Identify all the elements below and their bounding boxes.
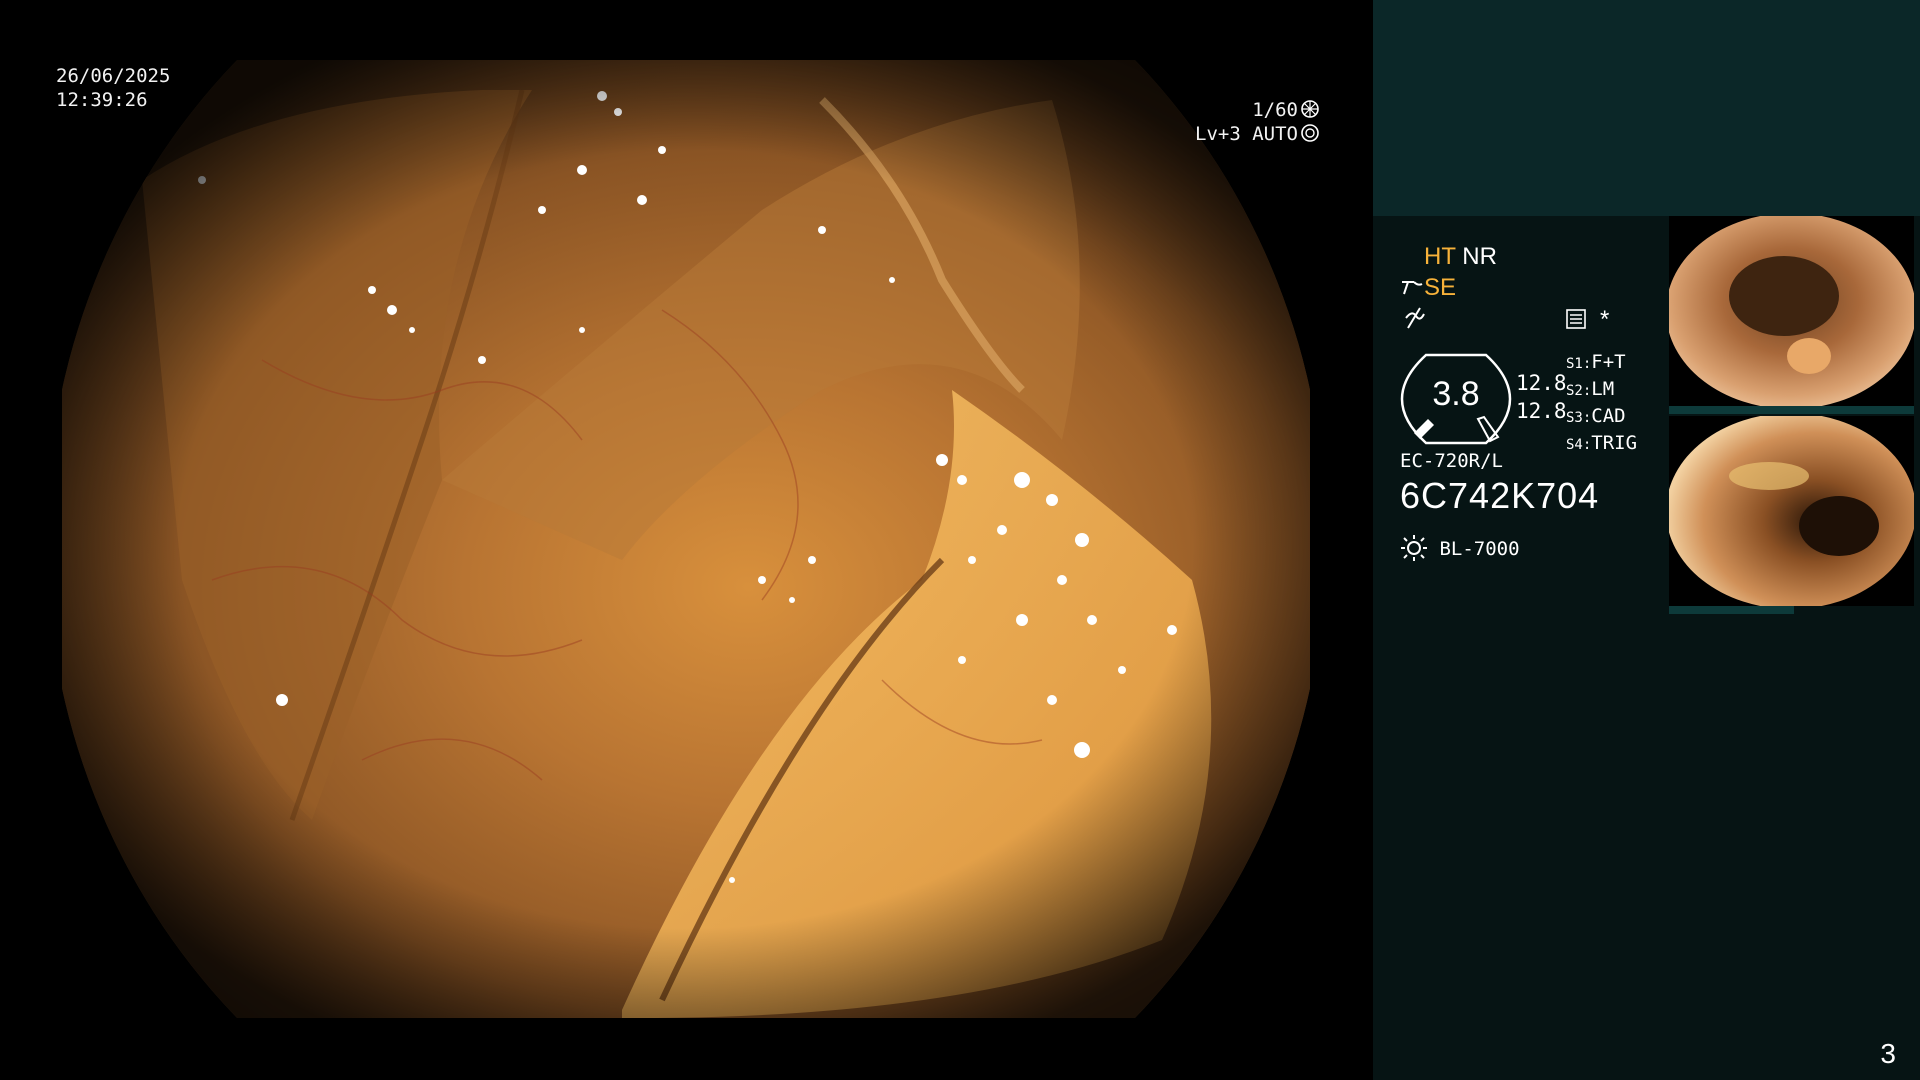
thumbnail-2-bar (1669, 606, 1794, 614)
panel-header-area (1373, 0, 1920, 216)
gauge-lower-value: 12.8 (1516, 399, 1567, 423)
time-label: 12:39:26 (56, 89, 148, 111)
enhance-icon (1402, 281, 1423, 295)
gauge-value: 3.8 (1432, 375, 1480, 413)
colon-lumen-image (62, 60, 1310, 1018)
light-source-label: BL-7000 (1439, 538, 1520, 560)
date-time-overlay: 26/06/2025 12:39:26 (56, 64, 170, 112)
iris-readout: Lv+3 AUTO (1150, 122, 1320, 146)
mode-row-2: SE (1400, 274, 1456, 302)
iris-icon (1301, 124, 1319, 142)
switch-row-2: S2:LM (1566, 378, 1615, 400)
asterisk-indicator: * (1600, 306, 1610, 333)
page-number: 3 (1880, 1038, 1896, 1069)
date-label: 26/06/2025 (56, 65, 171, 87)
iris-value: Lv+3 AUTO (1195, 123, 1298, 145)
scope-serial: 6C742K704 (1400, 475, 1600, 516)
shutter-readout: 1/60 (1150, 98, 1320, 122)
se-indicator: SE (1424, 274, 1457, 301)
switch-row-4: S4:TRIG (1566, 432, 1638, 454)
light-source-icon (1401, 535, 1427, 561)
light-source-row: BL-7000 (1400, 534, 1520, 562)
thumbnail-image-2 (1669, 416, 1914, 606)
gauge-upper-value: 12.8 (1516, 371, 1567, 395)
captured-image-1[interactable] (1669, 216, 1914, 406)
ht-indicator: HT (1424, 243, 1456, 270)
sharpness-icon (1405, 307, 1425, 329)
endoscope-view (62, 60, 1310, 1018)
exposure-overlay: 1/60 Lv+3 AUTO (1150, 98, 1320, 146)
thumbnail-image-1 (1669, 216, 1914, 406)
captured-image-2[interactable] (1669, 416, 1914, 606)
shutter-value: 1/60 (1252, 99, 1298, 121)
switch-row-3: S3:CAD (1566, 405, 1626, 427)
switch-row-1: S1:F+T (1566, 351, 1626, 373)
thumbnail-1-bar (1669, 406, 1914, 414)
shutter-icon (1301, 100, 1319, 118)
switch-assignments: S1:F+T S2:LM S3:CAD S4:TRIG (1566, 350, 1637, 458)
scope-model: EC-720R/L (1400, 450, 1503, 472)
mode-row-1: HT NR (1424, 243, 1497, 271)
nr-indicator: NR (1462, 243, 1497, 270)
memory-icon (1566, 309, 1586, 329)
